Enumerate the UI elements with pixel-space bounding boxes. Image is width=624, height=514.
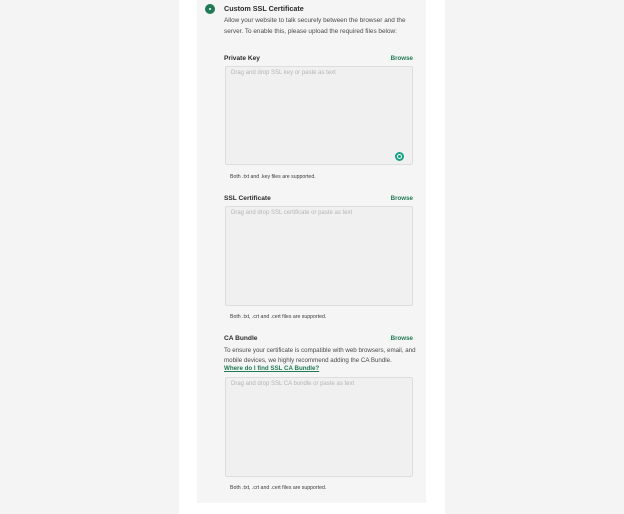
ca-bundle-label: CA Bundle — [224, 335, 258, 342]
private-key-hint: Both .txt and .key files are supported. — [230, 174, 316, 180]
private-key-textarea[interactable]: Drag and drop SSL key or paste as text — [225, 66, 413, 165]
section-title: Custom SSL Certificate — [224, 4, 304, 13]
private-key-placeholder: Drag and drop SSL key or paste as text — [231, 70, 336, 76]
ca-bundle-hint: Both .txt, .crt and .cert files are supp… — [230, 485, 327, 491]
ca-bundle-placeholder: Drag and drop SSL CA bundle or paste as … — [231, 381, 355, 387]
ca-bundle-description: To ensure your certificate is compatible… — [224, 347, 416, 364]
custom-ssl-radio-icon[interactable] — [205, 4, 215, 14]
ssl-certificate-label: SSL Certificate — [224, 195, 271, 202]
section-description: Allow your website to talk securely betw… — [224, 17, 406, 35]
ssl-certificate-placeholder: Drag and drop SSL certificate or paste a… — [231, 210, 353, 216]
ca-bundle-help-link[interactable]: Where do I find SSL CA Bundle? — [224, 365, 319, 372]
private-key-label: Private Key — [224, 55, 260, 62]
ca-bundle-browse-button[interactable]: Browse — [391, 335, 413, 342]
ssl-certificate-hint: Both .txt, .crt and .cert files are supp… — [230, 314, 327, 320]
ssl-certificate-browse-button[interactable]: Browse — [391, 195, 413, 202]
ssl-certificate-textarea[interactable]: Drag and drop SSL certificate or paste a… — [225, 206, 413, 306]
grammarly-icon[interactable] — [395, 152, 404, 161]
private-key-browse-button[interactable]: Browse — [391, 55, 413, 62]
ca-bundle-textarea[interactable]: Drag and drop SSL CA bundle or paste as … — [225, 377, 413, 477]
